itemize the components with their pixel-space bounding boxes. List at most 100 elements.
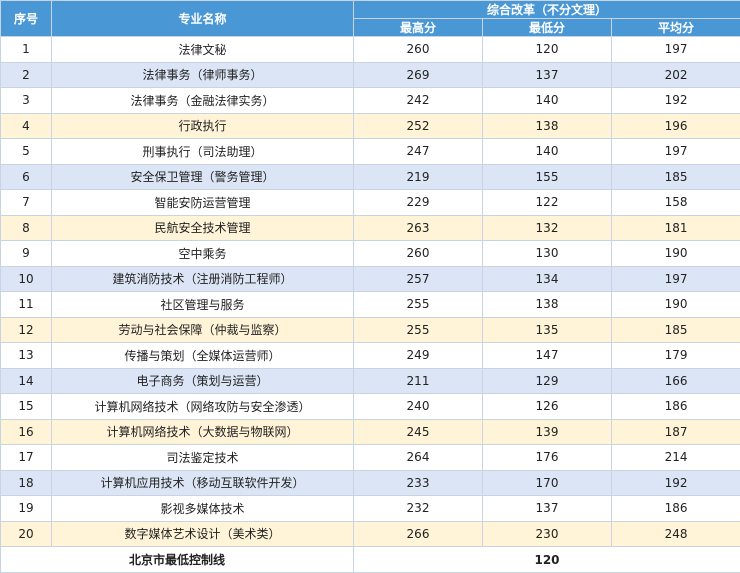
header-max: 最高分 — [353, 18, 483, 37]
cell-seq: 3 — [0, 87, 52, 114]
table-row: 5 刑事执行（司法助理） 247 140 197 — [0, 138, 740, 165]
cell-major-name: 法律事务（金融法律实务） — [51, 87, 354, 114]
cell-avg: 185 — [610, 163, 740, 190]
cell-avg: 197 — [610, 36, 740, 63]
cell-max: 211 — [353, 367, 483, 394]
table-row: 17 司法鉴定技术 264 176 214 — [0, 444, 740, 471]
cell-seq: 19 — [0, 495, 52, 522]
cell-seq: 14 — [0, 367, 52, 394]
cell-avg: 166 — [610, 367, 740, 394]
cell-min: 170 — [482, 469, 612, 496]
table-row: 10 建筑消防技术（注册消防工程师） 257 134 197 — [0, 265, 740, 292]
cell-seq: 2 — [0, 61, 52, 88]
cell-major-name: 影视多媒体技术 — [51, 495, 354, 522]
table-row: 18 计算机应用技术（移动互联软件开发） 233 170 192 — [0, 469, 740, 496]
footer-row: 北京市最低控制线 120 — [0, 546, 740, 573]
cell-min: 130 — [482, 240, 612, 267]
cell-max: 257 — [353, 265, 483, 292]
table-row: 1 法律文秘 260 120 197 — [0, 36, 740, 63]
cell-major-name: 智能安防运营管理 — [51, 189, 354, 216]
cell-max: 260 — [353, 36, 483, 63]
cell-avg: 186 — [610, 495, 740, 522]
header-seq: 序号 — [0, 0, 52, 37]
cell-max: 255 — [353, 316, 483, 343]
cell-max: 229 — [353, 189, 483, 216]
cell-max: 245 — [353, 418, 483, 445]
cell-min: 138 — [482, 291, 612, 318]
cell-max: 266 — [353, 520, 483, 547]
cell-min: 137 — [482, 495, 612, 522]
cell-seq: 12 — [0, 316, 52, 343]
cell-major-name: 数字媒体艺术设计（美术类） — [51, 520, 354, 547]
cell-seq: 6 — [0, 163, 52, 190]
cell-min: 137 — [482, 61, 612, 88]
table-row: 14 电子商务（策划与运营） 211 129 166 — [0, 367, 740, 394]
cell-major-name: 法律文秘 — [51, 36, 354, 63]
cell-major-name: 司法鉴定技术 — [51, 444, 354, 471]
cell-avg: 214 — [610, 444, 740, 471]
cell-min: 122 — [482, 189, 612, 216]
cell-seq: 8 — [0, 214, 52, 241]
table-row: 20 数字媒体艺术设计（美术类） 266 230 248 — [0, 520, 740, 547]
cell-seq: 17 — [0, 444, 52, 471]
cell-seq: 11 — [0, 291, 52, 318]
cell-max: 252 — [353, 112, 483, 139]
cell-max: 247 — [353, 138, 483, 165]
cell-avg: 248 — [610, 520, 740, 547]
table-body: 1 法律文秘 260 120 197 2 法律事务（律师事务） 269 137 202 3 法律事务（… — [0, 36, 740, 547]
cell-seq: 1 — [0, 36, 52, 63]
cell-min: 176 — [482, 444, 612, 471]
table-row: 4 行政执行 252 138 196 — [0, 112, 740, 139]
cell-min: 139 — [482, 418, 612, 445]
cell-major-name: 计算机网络技术（大数据与物联网） — [51, 418, 354, 445]
table-row: 19 影视多媒体技术 232 137 186 — [0, 495, 740, 522]
cell-seq: 13 — [0, 342, 52, 369]
table-row: 3 法律事务（金融法律实务） 242 140 192 — [0, 87, 740, 114]
table-row: 13 传播与策划（全媒体运营师） 249 147 179 — [0, 342, 740, 369]
cell-min: 230 — [482, 520, 612, 547]
score-table: 序号 专业名称 综合改革（不分文理） 最高分 最低分 平均分 1 法律文秘 260 1… — [0, 0, 740, 573]
cell-avg: 158 — [610, 189, 740, 216]
cell-avg: 197 — [610, 138, 740, 165]
cell-major-name: 法律事务（律师事务） — [51, 61, 354, 88]
cell-max: 232 — [353, 495, 483, 522]
cell-avg: 190 — [610, 240, 740, 267]
cell-major-name: 计算机应用技术（移动互联软件开发） — [51, 469, 354, 496]
cell-major-name: 民航安全技术管理 — [51, 214, 354, 241]
cell-min: 138 — [482, 112, 612, 139]
cell-seq: 16 — [0, 418, 52, 445]
cell-min: 140 — [482, 87, 612, 114]
cell-min: 120 — [482, 36, 612, 63]
cell-min: 155 — [482, 163, 612, 190]
cell-max: 233 — [353, 469, 483, 496]
cell-avg: 181 — [610, 214, 740, 241]
cell-major-name: 建筑消防技术（注册消防工程师） — [51, 265, 354, 292]
table-header: 序号 专业名称 综合改革（不分文理） 最高分 最低分 平均分 — [0, 0, 740, 37]
cell-avg: 192 — [610, 469, 740, 496]
cell-major-name: 传播与策划（全媒体运营师） — [51, 342, 354, 369]
cell-min: 132 — [482, 214, 612, 241]
cell-seq: 7 — [0, 189, 52, 216]
footer-value: 120 — [352, 546, 740, 573]
cell-avg: 179 — [610, 342, 740, 369]
cell-seq: 18 — [0, 469, 52, 496]
cell-seq: 10 — [0, 265, 52, 292]
cell-major-name: 空中乘务 — [51, 240, 354, 267]
table-row: 16 计算机网络技术（大数据与物联网） 245 139 187 — [0, 418, 740, 445]
cell-max: 269 — [353, 61, 483, 88]
cell-min: 147 — [482, 342, 612, 369]
table-row: 8 民航安全技术管理 263 132 181 — [0, 214, 740, 241]
cell-max: 242 — [353, 87, 483, 114]
cell-avg: 187 — [610, 418, 740, 445]
cell-min: 129 — [482, 367, 612, 394]
table-row: 2 法律事务（律师事务） 269 137 202 — [0, 61, 740, 88]
cell-major-name: 社区管理与服务 — [51, 291, 354, 318]
cell-max: 249 — [353, 342, 483, 369]
cell-avg: 202 — [610, 61, 740, 88]
cell-avg: 197 — [610, 265, 740, 292]
table-row: 11 社区管理与服务 255 138 190 — [0, 291, 740, 318]
cell-seq: 9 — [0, 240, 52, 267]
cell-max: 240 — [353, 393, 483, 420]
table-row: 7 智能安防运营管理 229 122 158 — [0, 189, 740, 216]
header-major: 专业名称 — [51, 0, 354, 37]
